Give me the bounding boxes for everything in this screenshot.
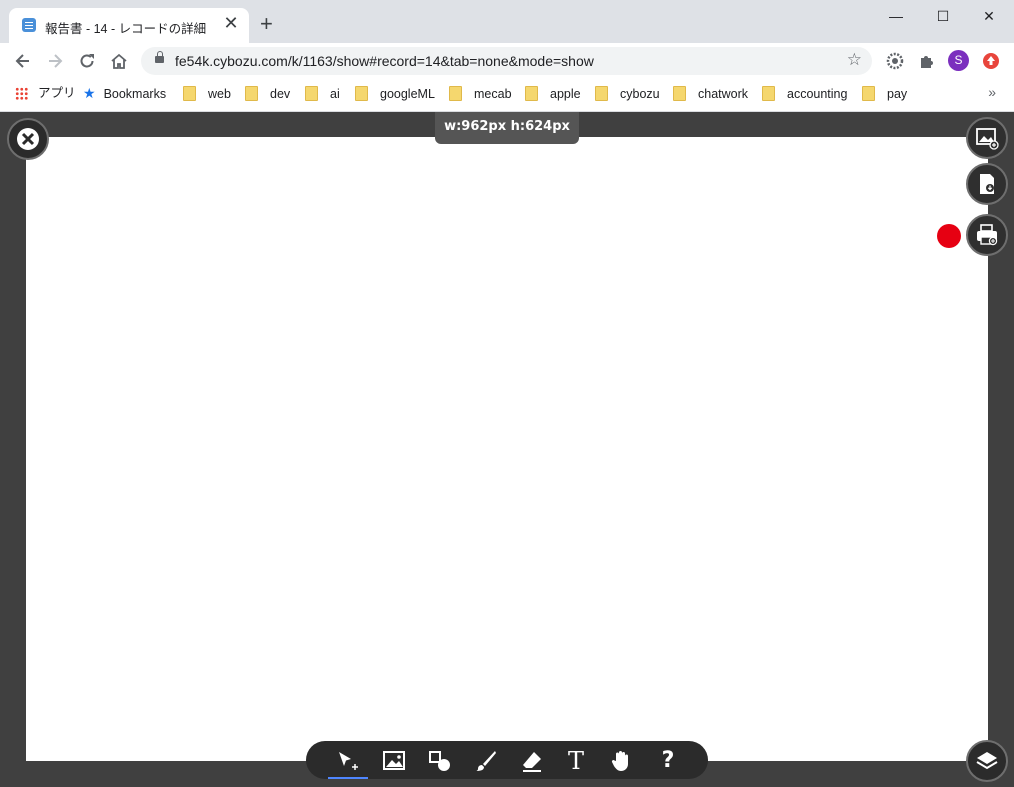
list-app-icon bbox=[22, 18, 36, 32]
bookmark-mecab[interactable]: mecab bbox=[449, 86, 512, 104]
close-window-button[interactable]: ✕ bbox=[979, 8, 999, 24]
home-icon[interactable] bbox=[109, 51, 129, 71]
profile-avatar[interactable]: S bbox=[948, 50, 969, 71]
folder-icon bbox=[862, 86, 875, 101]
bookmarks-overflow-icon[interactable]: » bbox=[988, 84, 996, 100]
reload-icon[interactable] bbox=[77, 51, 97, 71]
canvas-size-badge: w:962px h:624px bbox=[435, 112, 579, 144]
folder-icon bbox=[595, 86, 608, 101]
image-add-icon bbox=[976, 128, 999, 150]
folder-icon bbox=[673, 86, 686, 101]
hand-tool-icon[interactable] bbox=[610, 749, 634, 773]
bookmark-cybozu[interactable]: cybozu bbox=[595, 86, 660, 104]
shape-tool-icon[interactable] bbox=[428, 749, 452, 773]
back-arrow-icon[interactable] bbox=[13, 51, 33, 71]
bookmark-ai[interactable]: ai bbox=[305, 86, 340, 104]
extension-gear-icon[interactable] bbox=[886, 52, 904, 70]
browser-titlebar: 報告書 - 14 - レコードの詳細 ✕ + — ☐ ✕ bbox=[0, 0, 1014, 43]
forward-arrow-icon[interactable] bbox=[45, 51, 65, 71]
tab-title: 報告書 - 14 - レコードの詳細 bbox=[45, 22, 207, 36]
bookmarks-bar: アプリ ★ Bookmarks web dev ai googleML mecab… bbox=[0, 79, 1014, 112]
upload-extension-icon[interactable] bbox=[982, 52, 1000, 70]
add-image-button[interactable] bbox=[966, 117, 1008, 159]
image-tool-icon[interactable] bbox=[382, 749, 406, 773]
minimize-button[interactable]: — bbox=[886, 8, 906, 24]
active-tool-indicator bbox=[328, 777, 368, 779]
folder-icon bbox=[355, 86, 368, 101]
browser-tab[interactable]: 報告書 - 14 - レコードの詳細 ✕ bbox=[9, 8, 249, 43]
bookmark-bookmarks[interactable]: ★ Bookmarks bbox=[83, 86, 166, 104]
bookmark-star-icon[interactable]: ☆ bbox=[847, 50, 862, 70]
close-editor-button[interactable] bbox=[7, 118, 49, 160]
bookmark-googleml[interactable]: googleML bbox=[355, 86, 435, 104]
tab-close-icon[interactable]: ✕ bbox=[223, 14, 239, 32]
folder-icon bbox=[183, 86, 196, 101]
document-download-icon bbox=[980, 174, 994, 194]
bookmark-web[interactable]: web bbox=[183, 86, 231, 104]
bookmark-apple[interactable]: apple bbox=[525, 86, 581, 104]
print-button[interactable] bbox=[966, 214, 1008, 256]
folder-icon bbox=[305, 86, 318, 101]
text-tool-icon[interactable]: T bbox=[564, 749, 588, 773]
folder-icon bbox=[525, 86, 538, 101]
bookmark-chatwork[interactable]: chatwork bbox=[673, 86, 748, 104]
browser-toolbar: fe54k.cybozu.com/k/1163/show#record=14&t… bbox=[0, 43, 1014, 79]
tool-bar: T ? bbox=[306, 741, 708, 779]
brush-tool-icon[interactable] bbox=[474, 749, 498, 773]
url-text[interactable]: fe54k.cybozu.com/k/1163/show#record=14&t… bbox=[175, 53, 594, 69]
extensions-puzzle-icon[interactable] bbox=[918, 52, 936, 70]
help-icon[interactable]: ? bbox=[656, 749, 680, 773]
lock-icon bbox=[155, 51, 164, 63]
maximize-button[interactable]: ☐ bbox=[933, 8, 953, 24]
drawing-editor: w:962px h:624px T ? bbox=[0, 112, 1014, 787]
bookmark-pay[interactable]: pay bbox=[862, 86, 907, 104]
new-tab-button[interactable]: + bbox=[260, 13, 273, 35]
download-document-button[interactable] bbox=[966, 163, 1008, 205]
address-bar[interactable]: fe54k.cybozu.com/k/1163/show#record=14&t… bbox=[141, 47, 872, 75]
record-indicator bbox=[937, 224, 961, 248]
eraser-tool-icon[interactable] bbox=[520, 749, 544, 773]
apps-grid-icon bbox=[15, 87, 28, 100]
bookmark-accounting[interactable]: accounting bbox=[762, 86, 847, 104]
folder-icon bbox=[762, 86, 775, 101]
folder-icon bbox=[449, 86, 462, 101]
close-icon bbox=[17, 128, 39, 150]
select-tool-icon[interactable] bbox=[336, 749, 360, 773]
bookmark-dev[interactable]: dev bbox=[245, 86, 290, 104]
layers-button[interactable] bbox=[966, 740, 1008, 782]
bookmark-apps[interactable]: アプリ bbox=[15, 86, 76, 104]
folder-icon bbox=[245, 86, 258, 101]
drawing-canvas[interactable] bbox=[26, 137, 988, 761]
layers-icon bbox=[976, 752, 998, 770]
star-icon: ★ bbox=[83, 85, 96, 101]
print-icon bbox=[977, 224, 998, 246]
